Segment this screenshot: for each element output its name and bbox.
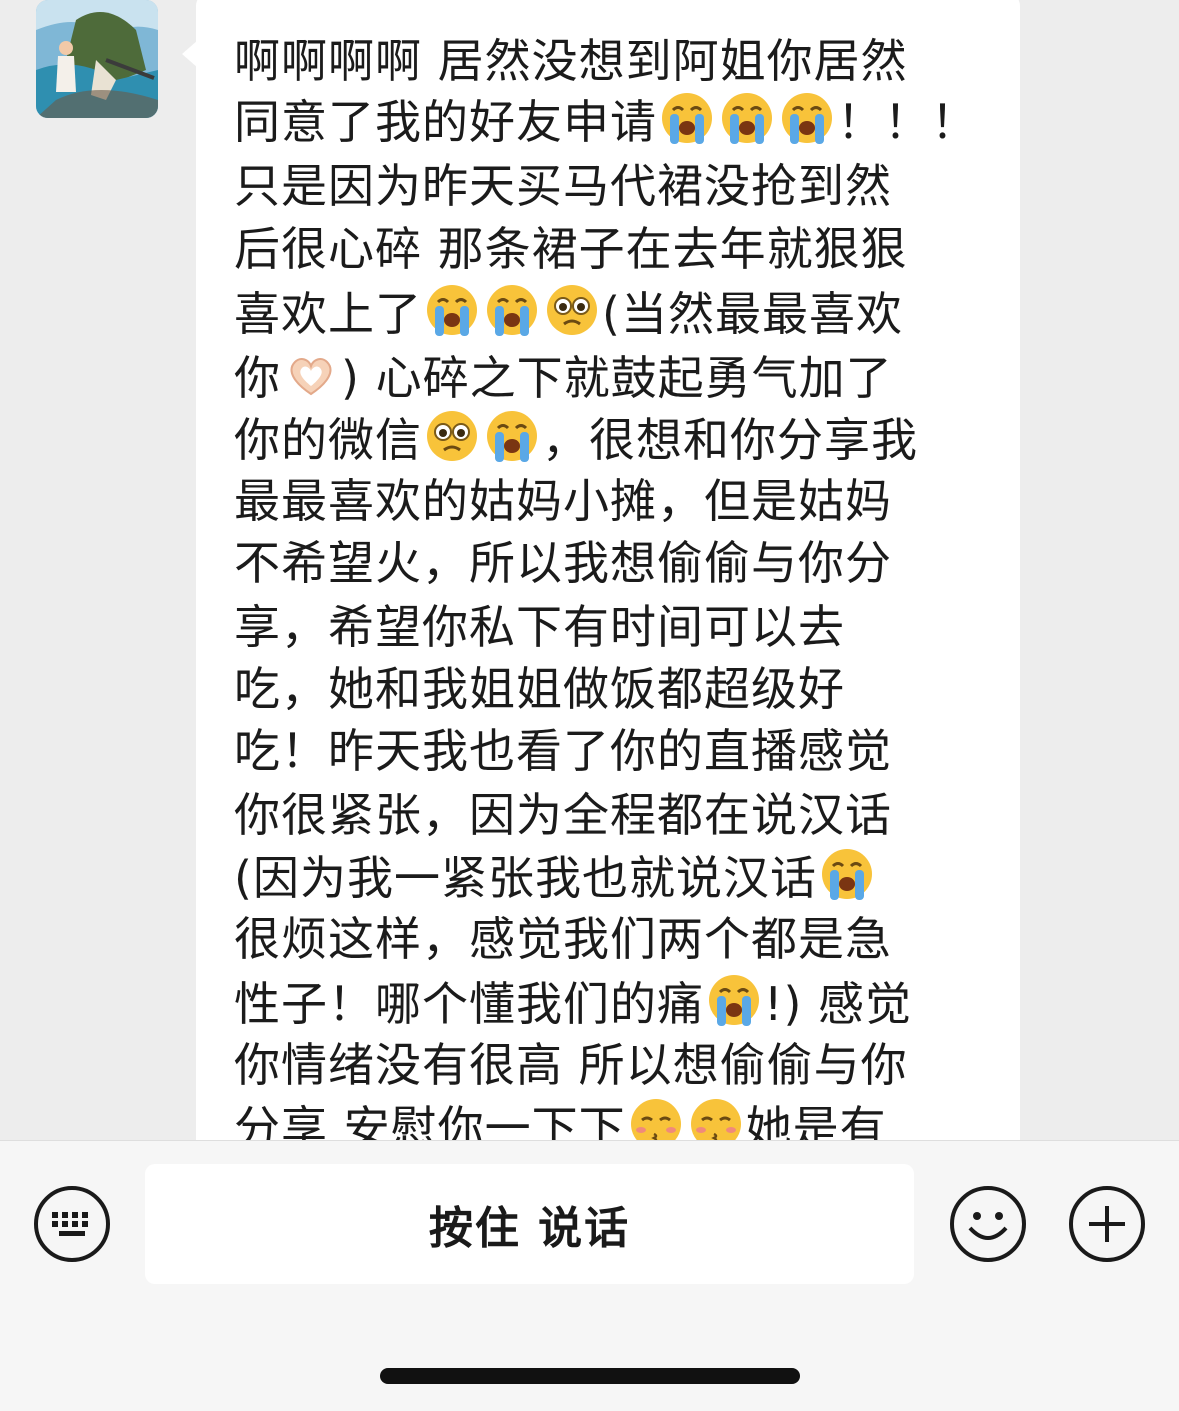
crying-emoji-icon xyxy=(484,408,540,464)
message-line: 啊啊啊啊 居然没想到阿姐你居然 xyxy=(234,34,908,88)
message-line: 你情绪没有很高 所以想偷偷与你 xyxy=(234,1038,908,1092)
message-line: 分享 安慰你一下下 她是有 xyxy=(234,1096,887,1140)
teary-emoji-icon xyxy=(544,282,600,338)
plus-icon xyxy=(1069,1186,1145,1262)
message-line: (因为我一紧张我也就说汉话 xyxy=(234,846,877,908)
message-line: 你 ) 心碎之下就鼓起勇气加了 xyxy=(234,346,893,408)
crying-emoji-icon xyxy=(719,90,775,146)
message-line: 喜欢上了 (当然最最喜欢 xyxy=(234,282,903,344)
message-text: !) 感觉 xyxy=(764,977,913,1031)
message-text: 性子！哪个懂我们的痛 xyxy=(234,977,704,1031)
message-text: (因为我一紧张我也就说汉话 xyxy=(234,851,817,905)
teary-emoji-icon xyxy=(424,408,480,464)
hold-to-talk-button[interactable]: 按住 说话 xyxy=(145,1164,914,1284)
crying-emoji-icon xyxy=(779,90,835,146)
message-text: 你的微信 xyxy=(234,413,422,467)
crying-emoji-icon xyxy=(659,90,715,146)
message-line: 你的微信 ，很想和你分享我 xyxy=(234,408,918,470)
emoji-button[interactable] xyxy=(948,1184,1028,1264)
keyboard-icon xyxy=(34,1186,110,1262)
heart-hands-emoji-icon xyxy=(283,346,339,402)
kissing-emoji-icon xyxy=(688,1096,744,1140)
avatar[interactable] xyxy=(36,0,158,118)
message-text: ) 心碎之下就鼓起勇气加了 xyxy=(341,351,893,405)
crying-emoji-icon xyxy=(424,282,480,338)
kissing-emoji-icon xyxy=(628,1096,684,1140)
message-line: 后很心碎 那条裙子在去年就狠狠 xyxy=(234,222,908,276)
message-text: 喜欢上了 xyxy=(234,287,422,341)
message-line: 最最喜欢的姑妈小摊，但是姑妈 xyxy=(234,474,892,528)
chat-area[interactable]: 啊啊啊啊 居然没想到阿姐你居然 同意了我的好友申请 ！！！ 只是因为昨天买马代裙没… xyxy=(0,0,1179,1140)
message-line: 性子！哪个懂我们的痛 !) 感觉 xyxy=(234,972,912,1034)
crying-emoji-icon xyxy=(706,972,762,1028)
crying-emoji-icon xyxy=(484,282,540,338)
message-line: 同意了我的好友申请 ！！！ xyxy=(234,90,978,152)
message-line: 只是因为昨天买马代裙没抢到然 xyxy=(234,159,892,213)
message-line: 享，希望你私下有时间可以去 xyxy=(234,600,845,654)
message-text: 你 xyxy=(234,351,281,405)
crying-emoji-icon xyxy=(819,846,875,902)
message-text: 同意了我的好友申请 xyxy=(234,95,657,149)
message-line: 很烦这样，感觉我们两个都是急 xyxy=(234,912,892,966)
home-indicator[interactable] xyxy=(380,1368,800,1384)
message-line: 吃，她和我姐姐做饭都超级好 xyxy=(234,662,845,716)
message-text: 分享 安慰你一下下 xyxy=(234,1101,626,1140)
message-text: 她是有 xyxy=(745,1101,887,1140)
message-text: ！！！ xyxy=(837,95,978,149)
message-line: 不希望火，所以我想偷偷与你分 xyxy=(234,536,892,590)
message-line: 你很紧张，因为全程都在说汉话 xyxy=(234,788,892,842)
emoji-face-icon xyxy=(950,1186,1026,1262)
message-text: (当然最最喜欢 xyxy=(602,287,903,341)
message-text: ，很想和你分享我 xyxy=(542,413,918,467)
message-line: 吃！昨天我也看了你的直播感觉 xyxy=(234,724,892,778)
more-options-button[interactable] xyxy=(1067,1184,1147,1264)
keyboard-toggle-button[interactable] xyxy=(32,1184,112,1264)
